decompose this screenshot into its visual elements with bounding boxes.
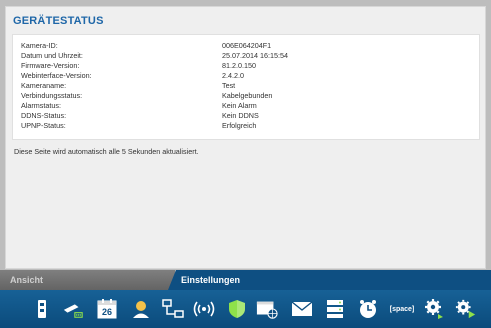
status-value: Kein Alarm bbox=[222, 101, 257, 110]
bottom-navigation: Ansicht Einstellungen 26 [space] bbox=[0, 270, 491, 328]
status-row-connection: Verbindungsstatus: Kabelgebunden bbox=[21, 91, 471, 100]
settings-gear-icon[interactable] bbox=[424, 298, 446, 320]
settings-advanced-icon[interactable] bbox=[455, 298, 477, 320]
email-icon[interactable] bbox=[291, 298, 313, 320]
space-label: [space] bbox=[389, 305, 415, 313]
status-label: Firmware-Version: bbox=[21, 61, 80, 70]
status-label: Kameraname: bbox=[21, 81, 67, 90]
status-value: Kein DDNS bbox=[222, 111, 259, 120]
status-row-firmware: Firmware-Version: 81.2.0.150 bbox=[21, 61, 471, 70]
status-row-camera-id: Kamera-ID: 006E064204F1 bbox=[21, 41, 471, 50]
device-info-icon[interactable] bbox=[31, 298, 53, 320]
settings-toolbar: 26 [space] bbox=[0, 290, 491, 328]
status-value: 2.4.2.0 bbox=[222, 71, 244, 80]
status-row-upnp: UPNP-Status: Erfolgreich bbox=[21, 121, 471, 130]
refresh-note: Diese Seite wird automatisch alle 5 Seku… bbox=[14, 147, 199, 156]
status-row-camera-name: Kameraname: Test bbox=[21, 81, 471, 90]
status-value: 81.2.0.150 bbox=[222, 61, 256, 70]
clock-icon[interactable] bbox=[357, 298, 379, 320]
app-frame: GERÄTESTATUS Kamera-ID: 006E064204F1 Dat… bbox=[0, 0, 491, 328]
status-label: Webinterface-Version: bbox=[21, 71, 92, 80]
tab-ansicht[interactable]: Ansicht bbox=[0, 270, 175, 290]
wireless-icon[interactable] bbox=[193, 298, 215, 320]
status-value: Erfolgreich bbox=[222, 121, 257, 130]
tab-einstellungen[interactable]: Einstellungen bbox=[168, 270, 491, 290]
status-label: DDNS-Status: bbox=[21, 111, 67, 120]
status-value: 006E064204F1 bbox=[222, 41, 272, 50]
device-status-panel: GERÄTESTATUS Kamera-ID: 006E064204F1 Dat… bbox=[5, 6, 486, 269]
status-label: UPNP-Status: bbox=[21, 121, 66, 130]
status-value: Test bbox=[222, 81, 236, 90]
status-table: Kamera-ID: 006E064204F1 Datum und Uhrzei… bbox=[12, 34, 480, 140]
user-icon[interactable] bbox=[130, 298, 152, 320]
calendar-day-text: 26 bbox=[102, 307, 112, 317]
status-value: 25.07.2014 16:15:54 bbox=[222, 51, 288, 60]
space-icon[interactable]: [space] bbox=[385, 298, 419, 320]
status-label: Datum und Uhrzeit: bbox=[21, 51, 83, 60]
security-shield-icon[interactable] bbox=[226, 298, 248, 320]
status-label: Kamera-ID: bbox=[21, 41, 58, 50]
network-topology-icon[interactable] bbox=[162, 298, 184, 320]
status-row-datetime: Datum und Uhrzeit: 25.07.2014 16:15:54 bbox=[21, 51, 471, 60]
status-row-alarm: Alarmstatus: Kein Alarm bbox=[21, 101, 471, 110]
network-cable-icon[interactable] bbox=[62, 298, 84, 320]
browser-icon[interactable] bbox=[256, 298, 278, 320]
storage-icon[interactable] bbox=[324, 298, 346, 320]
status-label: Verbindungsstatus: bbox=[21, 91, 83, 100]
status-label: Alarmstatus: bbox=[21, 101, 61, 110]
mode-tabs: Ansicht Einstellungen bbox=[0, 270, 491, 290]
status-row-webinterface: Webinterface-Version: 2.4.2.0 bbox=[21, 71, 471, 80]
status-row-ddns: DDNS-Status: Kein DDNS bbox=[21, 111, 471, 120]
calendar-icon[interactable]: 26 bbox=[96, 298, 118, 320]
page-title: GERÄTESTATUS bbox=[13, 15, 104, 27]
status-value: Kabelgebunden bbox=[222, 91, 273, 100]
